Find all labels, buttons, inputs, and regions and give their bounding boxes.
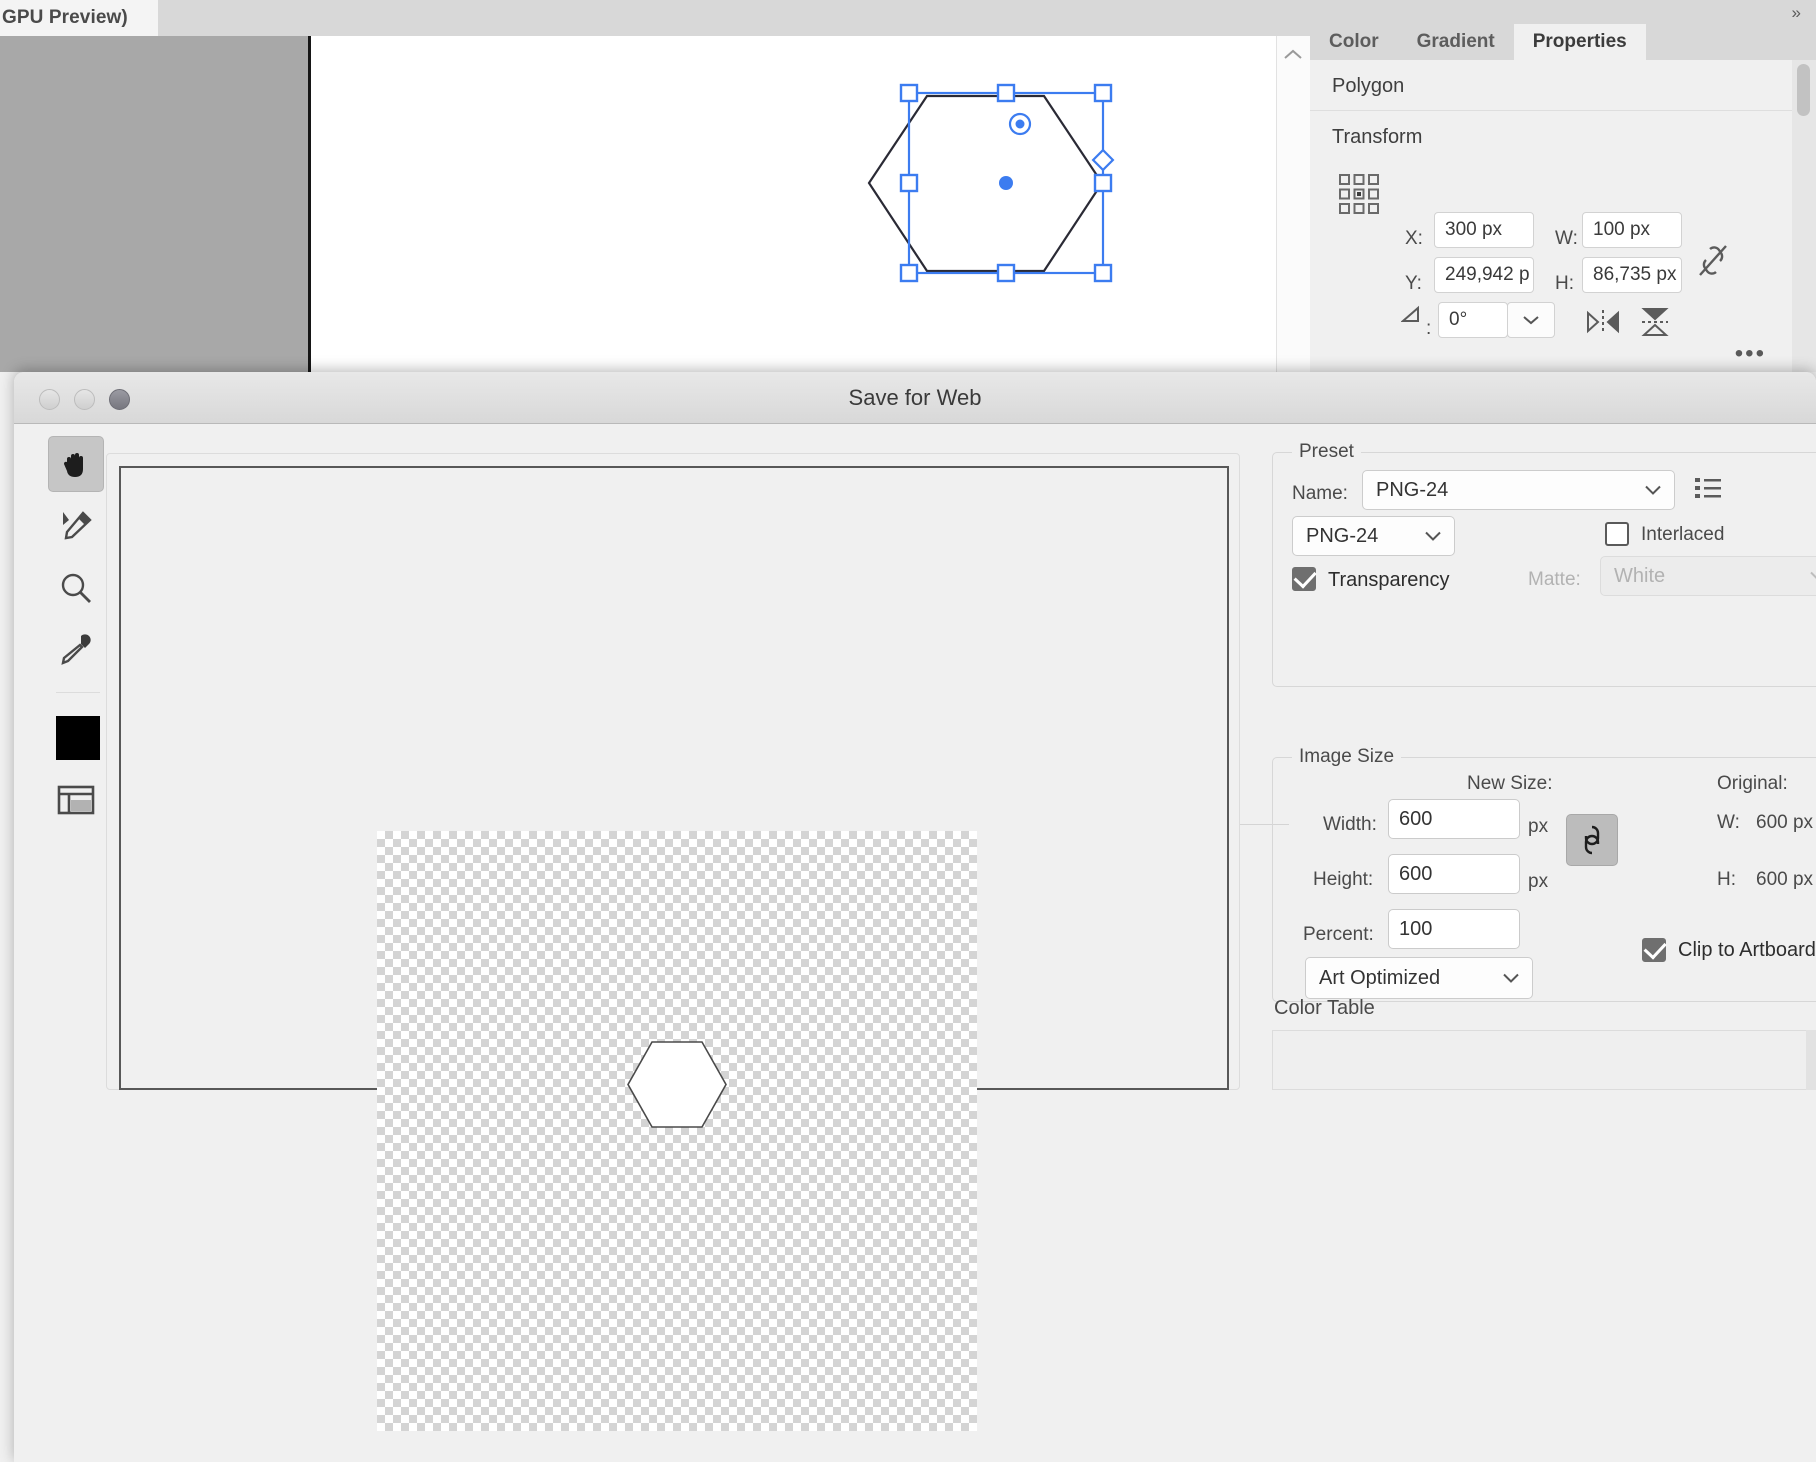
angle-dropdown-button[interactable] — [1507, 302, 1555, 338]
angle-input[interactable]: 0° — [1438, 302, 1508, 338]
scroll-up-icon[interactable] — [1283, 48, 1303, 62]
height-unit-label: px — [1528, 871, 1549, 892]
divider — [1310, 110, 1792, 111]
tool-palette — [34, 436, 106, 1462]
zoom-tool[interactable] — [48, 560, 104, 616]
color-table-label: Color Table — [1274, 997, 1375, 1019]
x-label: X: — [1405, 228, 1423, 249]
more-options-button[interactable]: ••• — [1735, 342, 1766, 366]
matte-select[interactable]: White — [1600, 556, 1816, 596]
eyedropper-icon — [61, 634, 91, 665]
original-w-value: 600 px — [1756, 812, 1814, 833]
percent-label: Percent: — [1303, 924, 1374, 945]
color-table-swatches[interactable] — [1272, 1030, 1816, 1090]
original-w-label: W: — [1717, 812, 1740, 833]
document-tab-label: GPU Preview) — [2, 7, 128, 28]
tool-divider — [56, 692, 100, 693]
preset-menu-icon[interactable] — [1695, 476, 1721, 505]
flip-vertical-icon[interactable] — [1640, 306, 1670, 343]
angle-colon: : — [1426, 318, 1432, 339]
h-label: H: — [1555, 273, 1574, 294]
transparency-checkerboard — [377, 831, 977, 1431]
w-input[interactable]: 100 px — [1582, 212, 1682, 248]
dock-tab-bar: Color Gradient Properties — [1310, 24, 1816, 60]
interlaced-checkbox[interactable] — [1605, 522, 1629, 546]
document-tab-bar: GPU Preview) — [0, 0, 1310, 36]
chevrons-right-icon[interactable]: » — [1792, 4, 1802, 21]
chevron-down-icon — [1424, 525, 1442, 548]
slices-visibility-icon — [57, 785, 95, 815]
constrain-proportions-button[interactable] — [1566, 814, 1618, 866]
tab-color-label: Color — [1329, 31, 1379, 52]
magnifier-icon — [61, 573, 91, 603]
percent-input[interactable]: 100 — [1388, 909, 1520, 949]
properties-panel-body: Polygon Transform X: 300 px Y: 249,942 p… — [1310, 60, 1792, 372]
tab-properties-label: Properties — [1532, 31, 1627, 52]
canvas-vertical-scrollbar[interactable] — [1276, 36, 1310, 372]
tab-gradient-label: Gradient — [1416, 31, 1495, 52]
chevron-down-icon — [1809, 565, 1816, 588]
anti-alias-select[interactable]: Art Optimized — [1305, 957, 1533, 999]
foreground-color-swatch[interactable] — [56, 716, 100, 760]
flip-horizontal-icon[interactable] — [1584, 309, 1622, 340]
dock-top-strip: » — [1310, 0, 1816, 24]
interlaced-label: Interlaced — [1641, 524, 1725, 545]
height-label: Height: — [1313, 869, 1374, 890]
height-input[interactable]: 600 — [1388, 854, 1520, 894]
new-size-label: New Size: — [1467, 773, 1553, 794]
properties-dock: » Color Gradient Properties Polygon Tran… — [1310, 0, 1816, 372]
width-label: Width: — [1323, 814, 1377, 835]
chevron-down-icon — [1502, 967, 1520, 990]
original-label: Original: — [1717, 773, 1788, 794]
artwork-layer — [311, 36, 1276, 372]
tab-properties[interactable]: Properties — [1513, 24, 1646, 60]
y-label: Y: — [1405, 273, 1422, 294]
chain-link-icon — [1584, 825, 1600, 855]
reference-point-grid-icon[interactable] — [1338, 173, 1380, 215]
hand-tool[interactable] — [48, 436, 104, 492]
w-label: W: — [1555, 228, 1578, 249]
original-h-label: H: — [1717, 869, 1736, 890]
image-size-group-label: Image Size — [1292, 746, 1402, 768]
transform-section-label: Transform — [1332, 126, 1423, 148]
preset-group-label: Preset — [1292, 441, 1361, 463]
tab-gradient[interactable]: Gradient — [1397, 24, 1514, 60]
preset-name-value: PNG-24 — [1376, 478, 1449, 501]
slice-select-tool[interactable] — [48, 498, 104, 554]
x-input[interactable]: 300 px — [1434, 212, 1534, 248]
dialog-title: Save for Web — [848, 385, 982, 410]
toggle-slices-visibility[interactable] — [48, 772, 104, 828]
clip-to-artboard-label: Clip to Artboard — [1678, 939, 1816, 961]
document-tab[interactable]: GPU Preview) — [0, 0, 158, 36]
eyedropper-tool[interactable] — [48, 622, 104, 678]
width-unit-label: px — [1528, 816, 1549, 837]
format-select[interactable]: PNG-24 — [1292, 516, 1455, 556]
preview-hexagon — [627, 1041, 727, 1128]
h-input[interactable]: 86,735 px — [1582, 257, 1682, 293]
matte-label: Matte: — [1528, 569, 1581, 590]
chevron-down-icon — [1644, 479, 1662, 502]
clip-to-artboard-checkbox[interactable] — [1642, 938, 1666, 962]
transparency-checkbox[interactable] — [1292, 567, 1316, 591]
preset-name-label: Name: — [1292, 483, 1348, 504]
slice-select-icon — [63, 511, 92, 540]
matte-value: White — [1614, 564, 1666, 587]
unlinked-chain-icon[interactable] — [1696, 242, 1730, 285]
color-table-scrollbar[interactable] — [1806, 1030, 1816, 1090]
settings-column: Preset Name: PNG-24 PNG-24 Interlaced Tr… — [1270, 432, 1816, 1090]
dock-scrollbar[interactable] — [1792, 60, 1816, 372]
transparency-label: Transparency — [1328, 569, 1450, 591]
format-value: PNG-24 — [1306, 524, 1379, 547]
preset-name-select[interactable]: PNG-24 — [1362, 470, 1675, 510]
angle-icon — [1400, 304, 1425, 329]
tab-color[interactable]: Color — [1310, 24, 1398, 60]
canvas-pasteboard-left — [0, 36, 308, 372]
object-type-label: Polygon — [1332, 75, 1405, 97]
original-h-value: 600 px — [1756, 869, 1814, 890]
dock-scrollbar-thumb[interactable] — [1797, 64, 1810, 116]
hand-icon — [63, 453, 83, 477]
y-input[interactable]: 249,942 p — [1434, 257, 1534, 293]
anti-alias-value: Art Optimized — [1319, 966, 1441, 989]
width-input[interactable]: 600 — [1388, 799, 1520, 839]
